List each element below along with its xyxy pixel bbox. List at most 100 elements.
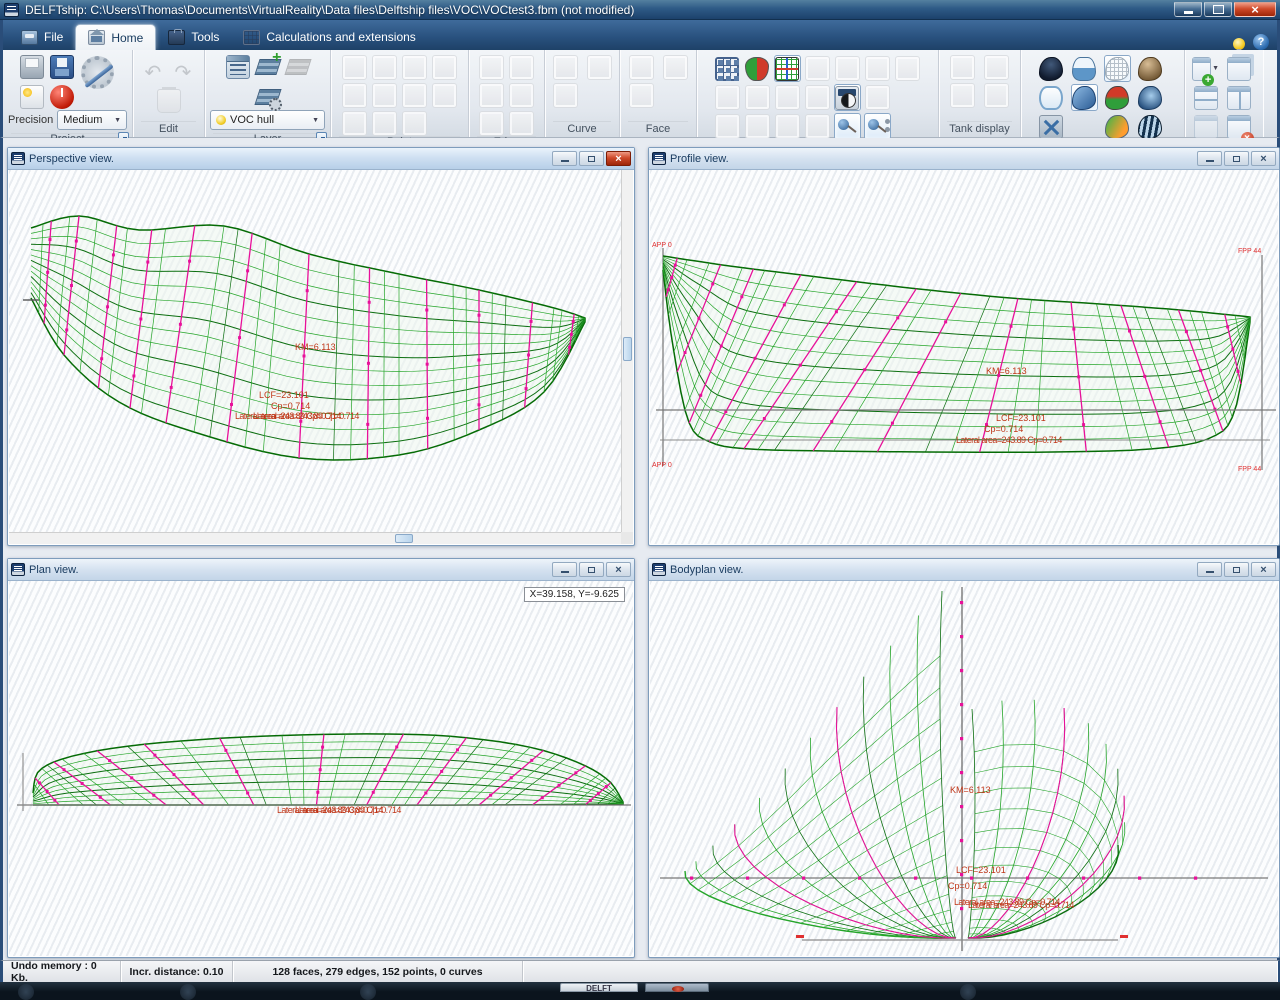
taskbar-app-button[interactable] bbox=[645, 983, 709, 992]
profile-canvas[interactable]: APP 0 APP 0 FPP 44 FPP 44 KM=6.113 LCF=2… bbox=[650, 170, 1278, 544]
tile-vertical-button[interactable] bbox=[1225, 84, 1252, 111]
pin-model-button[interactable] bbox=[834, 113, 861, 140]
bodyplan-canvas[interactable]: KM=6.113 LCF=23.101 Cp=0.714 Lateral are… bbox=[650, 581, 1278, 956]
restore-button[interactable] bbox=[579, 562, 604, 577]
tile-horizontal-button[interactable] bbox=[1192, 84, 1219, 111]
environment-map-button[interactable] bbox=[1137, 84, 1164, 111]
add-curve-icon bbox=[553, 55, 578, 80]
tank-shaded-icon bbox=[950, 83, 975, 108]
close-window-button[interactable] bbox=[1225, 113, 1252, 140]
vertical-scrollbar[interactable] bbox=[621, 170, 633, 532]
plan-canvas[interactable]: X=39.158, Y=-9.625 Lateral area=243.89 C… bbox=[9, 581, 633, 956]
bodyplan-window-titlebar[interactable]: Bodyplan view. bbox=[649, 559, 1279, 581]
face-properties-icon bbox=[629, 83, 654, 108]
perspective-window-titlebar[interactable]: Perspective view. bbox=[8, 148, 634, 170]
ribbon-group-face: Face bbox=[620, 50, 697, 137]
profile-window-titlebar[interactable]: Profile view. bbox=[649, 148, 1279, 170]
restore-button[interactable] bbox=[1224, 562, 1249, 577]
taskbar-icon[interactable] bbox=[180, 984, 196, 1000]
tab-home[interactable]: Home bbox=[75, 24, 156, 50]
close-window-icon bbox=[1227, 115, 1251, 139]
perspective-canvas[interactable]: KM=6.113 LCF=23.101 Cp=0.714 Lateral are… bbox=[9, 170, 633, 544]
exit-button[interactable] bbox=[49, 83, 76, 110]
close-button[interactable] bbox=[1234, 2, 1276, 17]
new-project-button[interactable] bbox=[19, 83, 46, 110]
bodyplan-view-button[interactable] bbox=[1038, 55, 1065, 82]
status-bar: Undo memory : 0 Kb. Incr. distance: 0.10… bbox=[0, 960, 1280, 982]
lock-points-icon bbox=[432, 83, 457, 108]
arrange-icons-button bbox=[1192, 113, 1219, 140]
taskbar-icon[interactable] bbox=[960, 984, 976, 1000]
taskbar-icon[interactable] bbox=[360, 984, 376, 1000]
profile-view-button[interactable] bbox=[1071, 55, 1098, 82]
gauss-curvature-button[interactable] bbox=[1104, 113, 1131, 140]
plan-window-titlebar[interactable]: Plan view. bbox=[8, 559, 634, 581]
perspective-view-button[interactable] bbox=[1071, 84, 1098, 111]
bodyplan-view-icon bbox=[1039, 57, 1063, 81]
minimize-button[interactable] bbox=[552, 562, 577, 577]
shaded-button[interactable] bbox=[1137, 55, 1164, 82]
save-icon bbox=[50, 55, 74, 79]
close-button[interactable] bbox=[606, 151, 631, 166]
close-button[interactable] bbox=[1251, 562, 1276, 577]
environment-map-icon bbox=[1138, 86, 1162, 110]
print-button[interactable] bbox=[19, 53, 46, 80]
zoom-extents-button[interactable] bbox=[1038, 113, 1065, 140]
status-empty bbox=[523, 961, 1277, 982]
save-button[interactable] bbox=[49, 53, 76, 80]
cascade-button[interactable] bbox=[1225, 55, 1252, 82]
zebra-shading-button[interactable] bbox=[1137, 113, 1164, 140]
active-layer-select[interactable]: VOC hull ▼ bbox=[210, 110, 325, 130]
cursor-coordinates: X=39.158, Y=-9.625 bbox=[524, 587, 625, 602]
tab-calculations[interactable]: Calculations and extensions bbox=[231, 24, 427, 50]
flowlines-icon bbox=[865, 85, 890, 110]
delete-button bbox=[155, 87, 182, 114]
control-net-button[interactable] bbox=[714, 55, 741, 82]
align-points-icon bbox=[372, 55, 397, 80]
group-label: Face bbox=[646, 123, 670, 135]
taskbar-icon[interactable] bbox=[18, 984, 34, 1000]
minimize-button[interactable] bbox=[1174, 2, 1202, 17]
both-sides-button[interactable] bbox=[744, 55, 771, 82]
model-counts-status: 128 faces, 279 edges, 152 points, 0 curv… bbox=[233, 961, 523, 982]
delftship-logo-icon bbox=[11, 563, 25, 576]
taskbar-delftship-button[interactable]: DELFT bbox=[560, 983, 638, 992]
diagonals-icon bbox=[895, 56, 920, 81]
app-titlebar[interactable]: DELFTship: C:\Users\Thomas\Documents\Vir… bbox=[0, 0, 1280, 20]
hint-lightbulb-icon bbox=[1233, 38, 1245, 50]
horizontal-scrollbar[interactable] bbox=[9, 532, 621, 544]
windows-taskbar[interactable]: DELFT bbox=[0, 982, 1280, 992]
minimize-button[interactable] bbox=[552, 151, 577, 166]
restore-button[interactable] bbox=[579, 151, 604, 166]
new-layer-button[interactable] bbox=[254, 53, 281, 80]
layer-manager-button[interactable] bbox=[224, 53, 251, 80]
close-button[interactable] bbox=[606, 562, 631, 577]
restore-button[interactable] bbox=[1224, 151, 1249, 166]
grid-button[interactable] bbox=[774, 55, 801, 82]
scrollbar-thumb[interactable] bbox=[623, 337, 632, 361]
window-title: Profile view. bbox=[670, 153, 729, 165]
ribbon-group-edit: Edit bbox=[133, 50, 205, 137]
minimize-button[interactable] bbox=[1197, 562, 1222, 577]
close-button[interactable] bbox=[1251, 151, 1276, 166]
delftship-logo-icon bbox=[11, 152, 25, 165]
tab-file[interactable]: File bbox=[9, 24, 75, 50]
wireframe-button[interactable] bbox=[1104, 55, 1131, 82]
pin-stations-button[interactable] bbox=[864, 113, 891, 140]
redo-icon bbox=[172, 62, 196, 86]
developability-button[interactable] bbox=[1104, 84, 1131, 111]
maximize-button[interactable] bbox=[1204, 2, 1232, 17]
precision-select[interactable]: Medium ▼ bbox=[57, 110, 127, 130]
layer-properties-button[interactable] bbox=[254, 83, 281, 110]
tab-tools[interactable]: Tools bbox=[156, 24, 231, 50]
scrollbar-thumb[interactable] bbox=[395, 534, 413, 543]
ribbon-group-project: Precision Medium ▼ Project bbox=[3, 50, 133, 137]
settings-icon bbox=[81, 56, 114, 89]
home-icon bbox=[88, 30, 105, 45]
help-button[interactable]: ? bbox=[1253, 34, 1269, 50]
hydrostatic-features-button[interactable] bbox=[834, 84, 861, 111]
new-window-button[interactable]: ▼ bbox=[1192, 55, 1219, 82]
settings-button[interactable] bbox=[79, 53, 117, 91]
plan-view-button[interactable] bbox=[1038, 84, 1065, 111]
minimize-button[interactable] bbox=[1197, 151, 1222, 166]
